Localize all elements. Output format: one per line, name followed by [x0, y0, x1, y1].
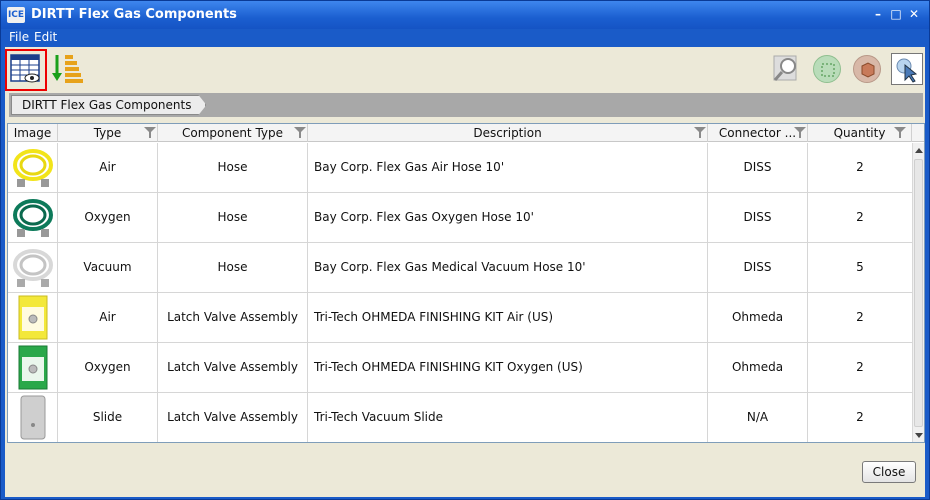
cell-type: Slide [58, 393, 158, 442]
oxygen-valve-image [18, 345, 48, 390]
green-hose-image [13, 199, 53, 237]
table-row[interactable]: Air Hose Bay Corp. Flex Gas Air Hose 10'… [8, 143, 912, 193]
table-view-icon [10, 54, 40, 83]
close-button[interactable]: Close [862, 461, 916, 483]
cell-connector: Ohmeda [708, 293, 808, 342]
cell-description: Tri-Tech Vacuum Slide [308, 393, 708, 442]
title-bar[interactable]: ICE DIRTT Flex Gas Components – □ ✕ [1, 1, 929, 29]
header-quantity-label: Quantity [833, 126, 886, 140]
row-image [8, 393, 58, 442]
header-component-type-label: Component Type [181, 126, 284, 140]
box-icon [861, 62, 875, 78]
row-image [8, 293, 58, 342]
cell-component-type: Hose [158, 143, 308, 192]
magnifier-icon [773, 55, 797, 81]
pointer-tool-button[interactable] [891, 53, 923, 85]
row-image [8, 243, 58, 292]
cell-quantity: 2 [856, 360, 864, 374]
breadcrumb-item[interactable]: DIRTT Flex Gas Components [11, 95, 206, 115]
vacuum-slide-image [20, 395, 46, 440]
medical-air-valve-image [18, 295, 48, 340]
row-image [8, 343, 58, 392]
header-type[interactable]: Type [58, 124, 158, 142]
cell-component-type: Hose [158, 193, 308, 242]
header-quantity[interactable]: Quantity [808, 124, 912, 142]
table-view-button[interactable] [5, 49, 47, 91]
app-icon: ICE [7, 7, 25, 23]
filter-icon[interactable] [294, 127, 306, 138]
maximize-icon[interactable]: □ [889, 7, 903, 21]
filter-icon[interactable] [694, 127, 706, 138]
menu-bar: File Edit [1, 29, 929, 47]
cell-quantity: 5 [856, 260, 864, 274]
cell-quantity: 2 [856, 160, 864, 174]
window-title: DIRTT Flex Gas Components [31, 7, 237, 22]
table-row[interactable]: Oxygen Latch Valve Assembly Tri-Tech OHM… [8, 343, 912, 393]
scroll-down-icon[interactable] [915, 433, 923, 438]
table-header: Image Type Component Type Description Co… [8, 124, 924, 142]
cell-connector: DISS [708, 243, 808, 292]
table-body: Air Hose Bay Corp. Flex Gas Air Hose 10'… [8, 143, 912, 442]
header-description-label: Description [473, 126, 542, 140]
scrollbar-thumb[interactable] [914, 159, 923, 427]
cell-quantity: 2 [856, 410, 864, 424]
dialog-body: DIRTT Flex Gas Components Image Type Com… [5, 47, 925, 497]
sort-list-icon [52, 55, 83, 83]
filter-icon[interactable] [794, 127, 806, 138]
zoom-find-button[interactable] [771, 53, 803, 85]
scroll-up-icon[interactable] [915, 148, 923, 153]
selection-icon [821, 63, 835, 77]
table-row[interactable]: Air Latch Valve Assembly Tri-Tech OHMEDA… [8, 293, 912, 343]
cursor-icon [896, 58, 918, 83]
header-description[interactable]: Description [308, 124, 708, 142]
close-icon[interactable]: ✕ [907, 7, 921, 21]
cell-description: Bay Corp. Flex Gas Air Hose 10' [308, 143, 708, 192]
cell-component-type: Hose [158, 243, 308, 292]
cell-connector: DISS [708, 193, 808, 242]
cell-type: Air [58, 293, 158, 342]
header-component-type[interactable]: Component Type [158, 124, 308, 142]
cell-component-type: Latch Valve Assembly [158, 393, 308, 442]
dialog-window: ICE DIRTT Flex Gas Components – □ ✕ File… [0, 0, 930, 500]
vertical-scrollbar[interactable] [912, 143, 924, 442]
cell-quantity: 2 [856, 310, 864, 324]
cell-component-type: Latch Valve Assembly [158, 293, 308, 342]
yellow-hose-image [13, 149, 53, 187]
filter-icon[interactable] [144, 127, 156, 138]
cell-component-type: Latch Valve Assembly [158, 343, 308, 392]
select-area-button[interactable] [813, 55, 841, 83]
table-row[interactable]: Oxygen Hose Bay Corp. Flex Gas Oxygen Ho… [8, 193, 912, 243]
breadcrumb: DIRTT Flex Gas Components [9, 93, 923, 117]
package-button[interactable] [853, 55, 881, 83]
table-row[interactable]: Vacuum Hose Bay Corp. Flex Gas Medical V… [8, 243, 912, 293]
cell-type: Air [58, 143, 158, 192]
dialog-footer: Close [5, 445, 925, 495]
cell-description: Bay Corp. Flex Gas Oxygen Hose 10' [308, 193, 708, 242]
toolbar [5, 47, 925, 91]
cell-connector: N/A [708, 393, 808, 442]
cell-description: Bay Corp. Flex Gas Medical Vacuum Hose 1… [308, 243, 708, 292]
header-type-label: Type [93, 126, 122, 140]
cell-type: Vacuum [58, 243, 158, 292]
row-image [8, 143, 58, 192]
header-image[interactable]: Image [8, 124, 58, 142]
cell-description: Tri-Tech OHMEDA FINISHING KIT Oxygen (US… [308, 343, 708, 392]
white-hose-image [13, 249, 53, 287]
cell-type: Oxygen [58, 343, 158, 392]
cell-quantity: 2 [856, 210, 864, 224]
components-table: Image Type Component Type Description Co… [7, 123, 925, 443]
header-connector-label: Connector ... [718, 126, 797, 140]
header-connector[interactable]: Connector ... [708, 124, 808, 142]
minimize-icon[interactable]: – [871, 7, 885, 21]
filter-icon[interactable] [894, 127, 906, 138]
cell-description: Tri-Tech OHMEDA FINISHING KIT Air (US) [308, 293, 708, 342]
table-row[interactable]: Slide Latch Valve Assembly Tri-Tech Vacu… [8, 393, 912, 442]
cell-connector: DISS [708, 143, 808, 192]
menu-file[interactable]: File [9, 30, 29, 44]
cell-connector: Ohmeda [708, 343, 808, 392]
row-image [8, 193, 58, 242]
cell-type: Oxygen [58, 193, 158, 242]
menu-edit[interactable]: Edit [34, 30, 57, 44]
sort-list-button[interactable] [51, 51, 87, 87]
